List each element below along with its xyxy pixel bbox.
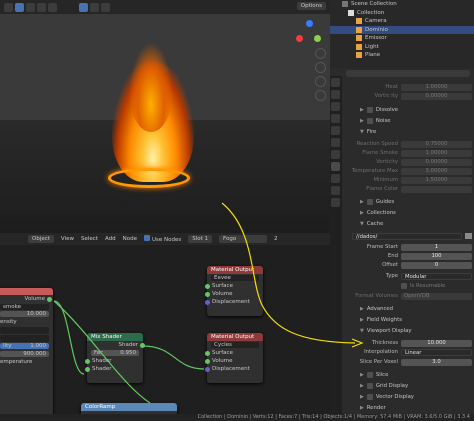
annotation-arrow xyxy=(221,202,364,348)
status-bar: Collection | Domínio | Verts:12 | Faces:… xyxy=(0,414,474,421)
annotation-arrow-path xyxy=(221,202,356,344)
